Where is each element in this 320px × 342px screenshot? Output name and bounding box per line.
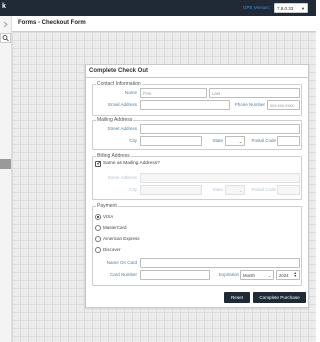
page-title-bar: Forms - Checkout Form — [12, 16, 316, 32]
search-icon[interactable] — [0, 33, 11, 43]
checkout-form-panel: Complete Check Out Contact Information N… — [85, 64, 309, 308]
contact-section: Contact Information Name First Last Emai… — [92, 81, 302, 116]
mailing-state-select[interactable]: ⌄ — [225, 136, 245, 146]
sidebar-item-active[interactable] — [0, 159, 11, 169]
mailing-street-label: Street Address — [107, 126, 137, 131]
payment-section: Payment VISA MasterCard American Express… — [92, 203, 302, 286]
top-header-bar: k GPE Version: 7.8.0.33 ▼ — [0, 0, 316, 16]
mailing-state-label: State — [212, 138, 223, 143]
billing-street-label: Street Address — [107, 175, 137, 180]
menu-handle-icon[interactable] — [0, 20, 11, 29]
mailing-city-input[interactable] — [140, 136, 202, 146]
chevron-down-icon: ⌄ — [267, 274, 271, 278]
radio-visa-label: VISA — [103, 214, 114, 219]
checkmark-icon: ✓ — [96, 160, 102, 167]
billing-postal-input[interactable] — [277, 185, 300, 195]
billing-legend: Billing Address — [96, 153, 131, 159]
mailing-postal-label: Postal Code — [251, 138, 276, 143]
title-divider — [86, 77, 308, 78]
billing-city-label: City — [129, 187, 137, 192]
mailing-street-input[interactable] — [140, 124, 300, 134]
page-title: Forms - Checkout Form — [18, 20, 86, 26]
card-number-input[interactable] — [140, 270, 210, 280]
complete-purchase-button[interactable]: Complete Purchase — [253, 292, 306, 303]
billing-section: Billing Address ✓ Same as Mailing Addres… — [92, 153, 302, 200]
version-value: 7.8.0.33 — [277, 6, 294, 11]
phone-label: Phone Number — [234, 102, 265, 107]
name-label: Name — [124, 90, 137, 95]
expiration-month-select[interactable]: Month ⌄ — [240, 270, 274, 280]
contact-legend: Contact Information — [96, 81, 142, 87]
billing-state-label: State — [212, 187, 223, 192]
mailing-legend: Mailing Address — [96, 117, 134, 123]
app-brand: k — [2, 3, 6, 10]
card-name-label: Name On Card — [106, 260, 137, 265]
form-title: Complete Check Out — [89, 68, 149, 74]
billing-state-select[interactable]: ⌄ — [225, 185, 245, 195]
version-label: GPE Version: — [243, 5, 271, 10]
stepper-icon[interactable]: ▲ ▼ — [294, 271, 297, 278]
chevron-down-icon: ⌄ — [238, 189, 242, 193]
chevron-down-icon: ▼ — [301, 6, 305, 11]
radio-mastercard-label: MasterCard — [103, 225, 127, 230]
same-as-mailing-checkbox[interactable]: ✓ — [95, 161, 101, 167]
mailing-postal-input[interactable] — [277, 136, 300, 146]
billing-street-input[interactable] — [140, 173, 300, 183]
mailing-section: Mailing Address Street Address City Stat… — [92, 117, 302, 150]
email-input[interactable] — [140, 100, 230, 110]
radio-visa[interactable] — [95, 214, 101, 220]
last-name-input[interactable]: Last — [209, 88, 300, 98]
chevron-down-icon: ⌄ — [238, 140, 242, 144]
radio-amex[interactable] — [95, 236, 101, 242]
billing-postal-label: Postal Code — [251, 187, 276, 192]
billing-city-input[interactable] — [140, 185, 202, 195]
card-number-label: Card Number — [109, 272, 137, 277]
same-as-mailing-label: Same as Mailing Address? — [103, 161, 160, 166]
card-name-input[interactable] — [140, 258, 300, 268]
radio-discover-label: Discover — [103, 247, 121, 252]
expiration-year-stepper[interactable]: 2024 ▲ ▼ — [276, 270, 300, 280]
radio-amex-label: American Express — [103, 236, 140, 241]
radio-discover[interactable] — [95, 247, 101, 253]
left-sidebar — [0, 16, 12, 342]
version-select[interactable]: 7.8.0.33 ▼ — [274, 3, 308, 13]
email-label: Email Address — [108, 102, 137, 107]
radio-mastercard[interactable] — [95, 225, 101, 231]
first-name-input[interactable]: First — [140, 88, 207, 98]
expiration-label: Expiration — [218, 272, 239, 277]
reset-button[interactable]: Reset — [224, 292, 250, 303]
phone-input[interactable]: xxx-xxx-xxxx — [267, 100, 300, 110]
mailing-city-label: City — [129, 138, 137, 143]
payment-legend: Payment — [96, 203, 118, 209]
